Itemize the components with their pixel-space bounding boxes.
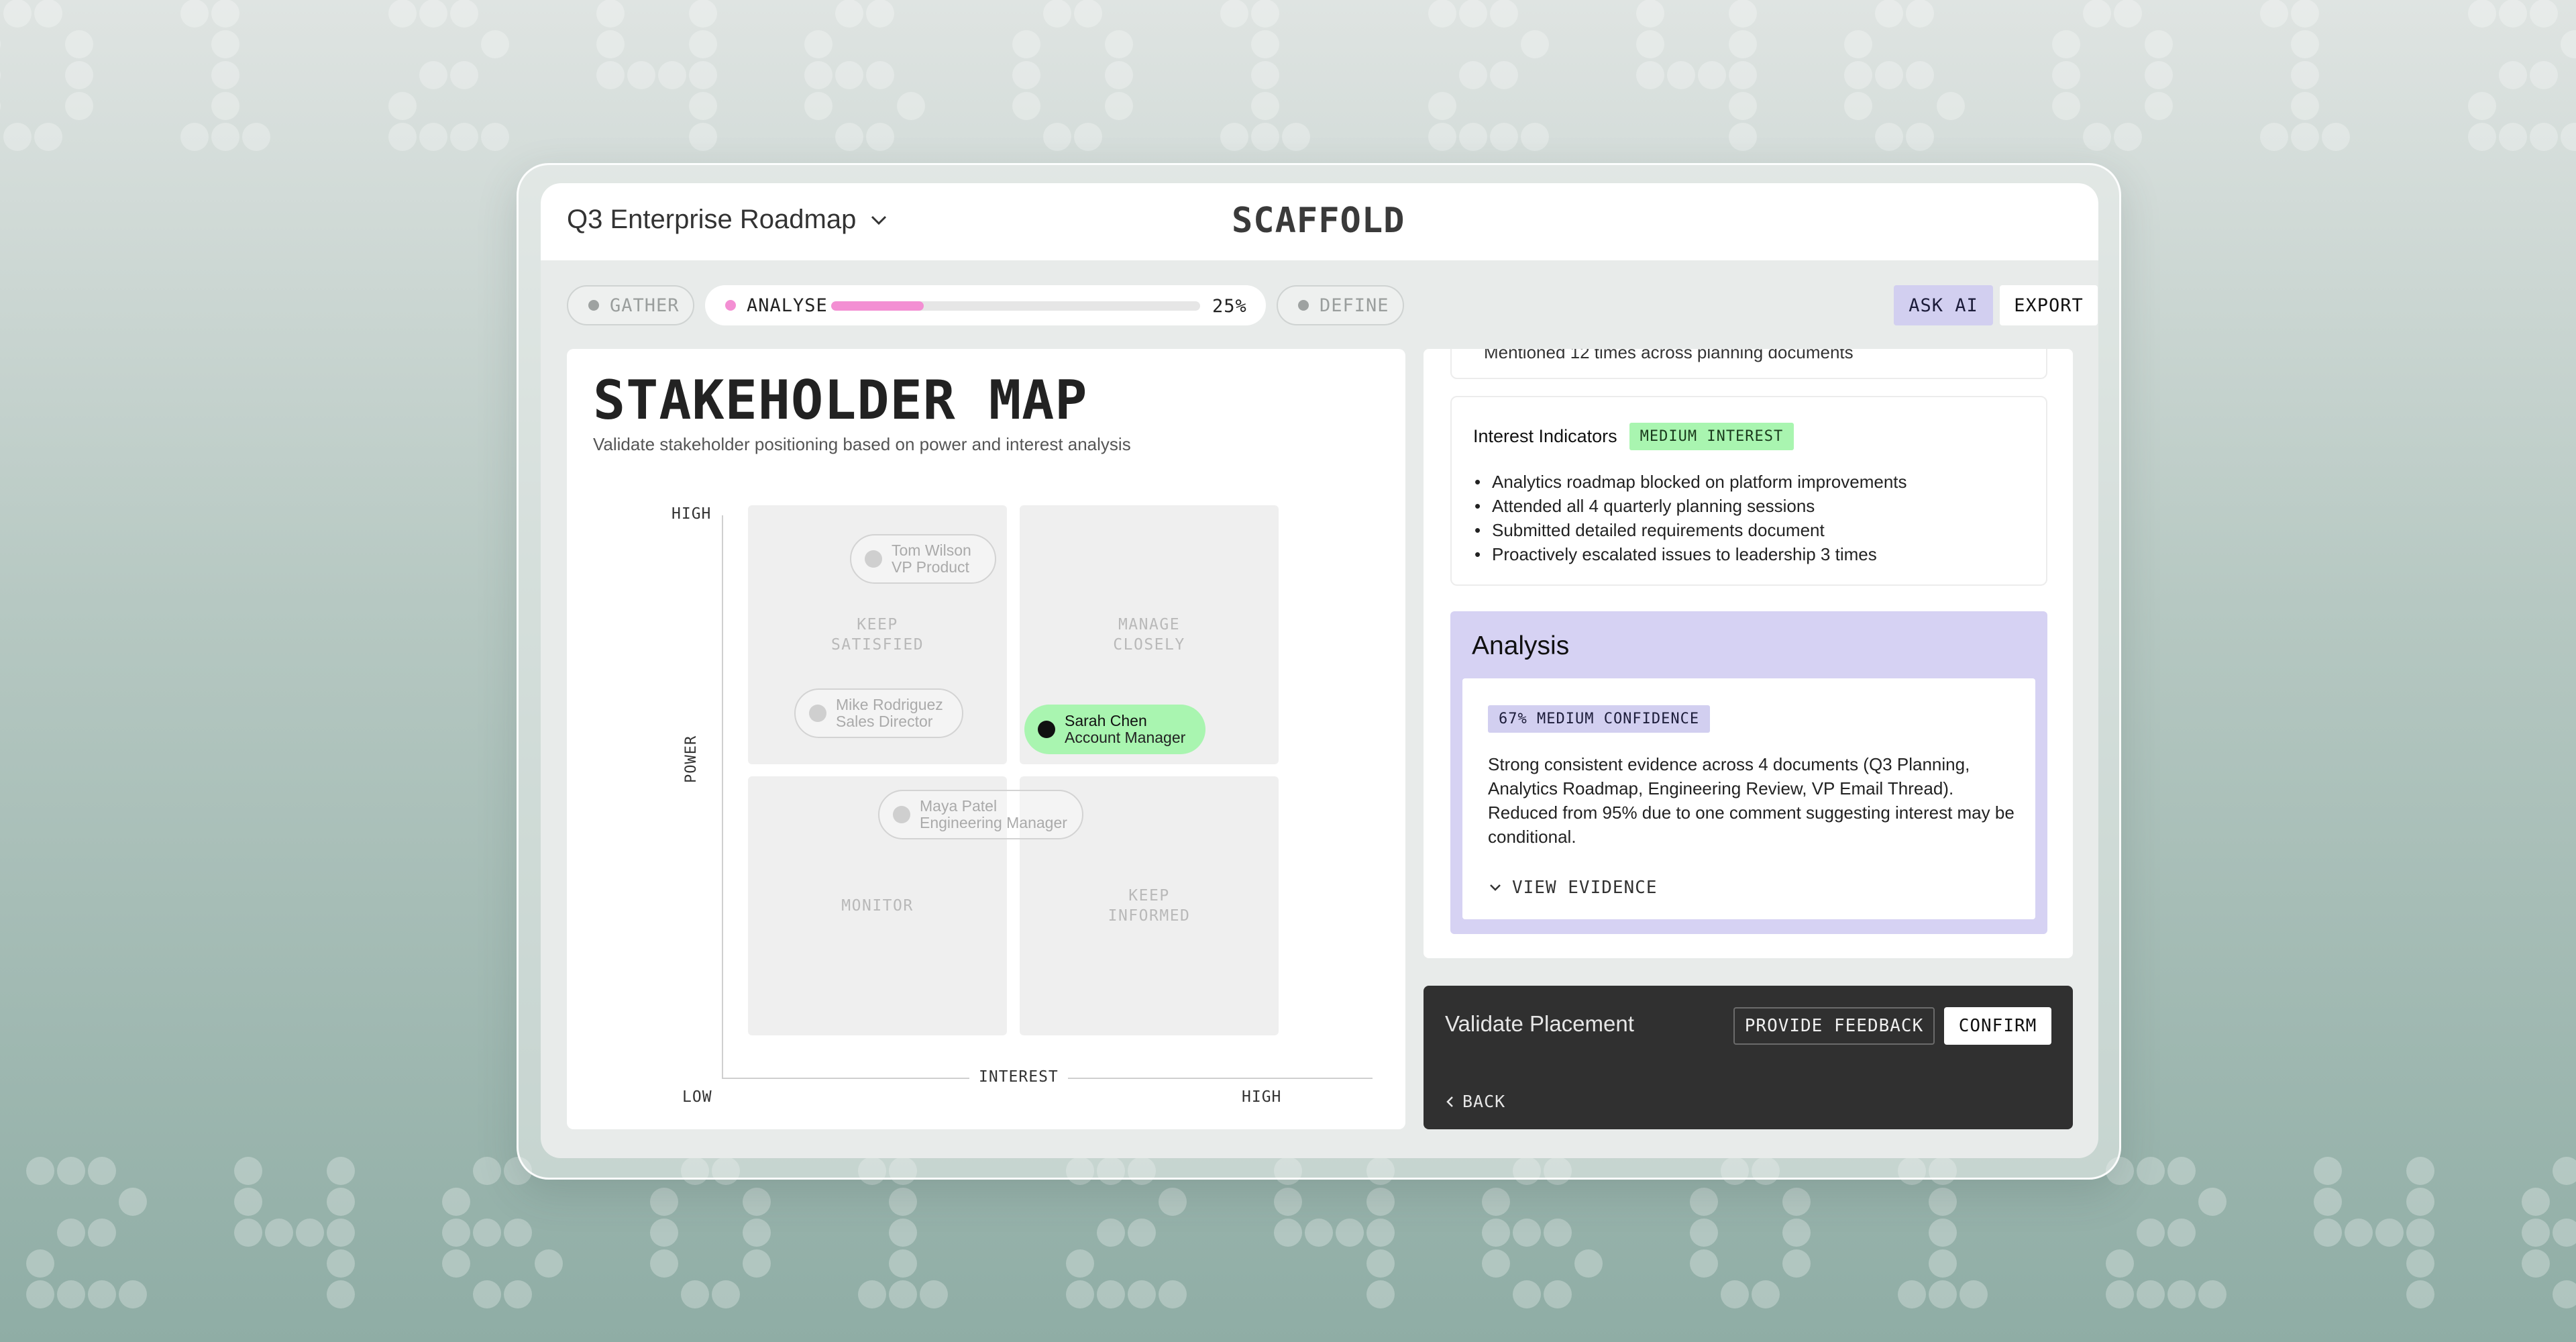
analyse-progress-label: 25% [1212,296,1247,317]
stakeholder-name: Mike Rodriguez [836,696,943,713]
stakeholder-role: VP Product [892,558,969,576]
view-evidence-label: VIEW EVIDENCE [1512,878,1658,898]
stakeholder-role: Sales Director [836,713,933,730]
validate-placement-bar: Validate Placement PROVIDE FEEDBACK CONF… [1424,986,2073,1129]
app-window: Q3 Enterprise Roadmap SCAFFOLD GATHER AN… [541,183,2098,1158]
y-axis-line [722,515,723,1078]
export-button[interactable]: EXPORT [2000,285,2098,325]
interest-list: Analytics roadmap blocked on platform im… [1473,470,1907,566]
step-bar: GATHER ANALYSE 25% DEFINE ASK AI EXPORT [567,285,2098,325]
step-dot-icon [725,300,736,311]
details-panel[interactable]: Mentioned 12 times across planning docum… [1424,349,2073,958]
stakeholder-dot-icon [1038,721,1055,738]
step-define[interactable]: DEFINE [1277,285,1404,325]
x-axis-label: INTEREST [969,1068,1068,1086]
step-analyse[interactable]: ANALYSE 25% [705,285,1266,325]
validate-title: Validate Placement [1445,1011,1634,1036]
step-gather[interactable]: GATHER [567,285,694,325]
stakeholder-name: Tom Wilson [892,541,971,559]
chevron-down-icon [1490,884,1501,891]
provide-feedback-button[interactable]: PROVIDE FEEDBACK [1733,1007,1935,1045]
page-title: STAKEHOLDER MAP [593,369,1088,431]
stakeholder-chip[interactable]: Mike Rodriguez Sales Director [794,688,963,738]
analyse-progress-fill [831,301,924,311]
stakeholder-chip-selected[interactable]: Sarah Chen Account Manager [1024,705,1205,754]
step-label: DEFINE [1320,295,1389,316]
interest-title: Interest Indicators [1473,426,1617,446]
interest-indicators-card: Interest Indicators MEDIUM INTEREST Anal… [1450,396,2047,586]
stakeholder-dot-icon [893,806,910,823]
x-axis-high-label: HIGH [1242,1088,1282,1106]
project-selector[interactable]: Q3 Enterprise Roadmap [567,205,890,235]
stakeholder-dot-icon [809,705,826,722]
list-item: Submitted detailed requirements document [1473,518,1907,542]
list-item: Attended all 4 quarterly planning sessio… [1473,494,1907,518]
view-evidence-toggle[interactable]: VIEW EVIDENCE [1488,878,1658,898]
project-title: Q3 Enterprise Roadmap [567,205,857,234]
list-item: Proactively escalated issues to leadersh… [1473,542,1907,566]
stakeholder-chip[interactable]: Tom Wilson VP Product [850,534,996,584]
confirm-button[interactable]: CONFIRM [1944,1007,2051,1045]
analyse-progress-bar [831,301,1200,311]
stakeholder-name: Sarah Chen [1065,712,1147,729]
stakeholder-role: Account Manager [1065,729,1186,746]
stakeholder-name: Maya Patel [920,797,998,815]
back-label: BACK [1462,1092,1506,1111]
y-axis-high-label: HIGH [672,505,712,523]
prior-card-text: Mentioned 12 times across planning docum… [1484,349,1854,362]
x-axis-low-label: LOW [682,1088,712,1106]
list-item: Analytics roadmap blocked on platform im… [1473,470,1907,494]
prior-card: Mentioned 12 times across planning docum… [1450,349,2047,379]
analysis-title: Analysis [1472,631,1570,660]
step-label: GATHER [610,295,680,316]
confidence-badge: 67% MEDIUM CONFIDENCE [1488,705,1711,733]
chevron-down-icon [871,215,887,225]
stakeholder-role: Engineering Manager [920,814,1067,831]
y-axis-label: POWER [683,729,700,788]
analysis-text: Strong consistent evidence across 4 docu… [1488,754,2015,847]
step-label: ANALYSE [747,295,828,316]
stakeholder-chip[interactable]: Maya Patel Engineering Manager [878,790,1083,839]
step-dot-icon [588,300,599,311]
analysis-section: Analysis 67% MEDIUM CONFIDENCE Strong co… [1450,611,2047,934]
analysis-card: 67% MEDIUM CONFIDENCE Strong consistent … [1462,678,2035,919]
stakeholder-dot-icon [865,550,882,568]
ask-ai-button[interactable]: ASK AI [1894,285,1993,325]
interest-badge: MEDIUM INTEREST [1629,423,1794,450]
step-dot-icon [1298,300,1309,311]
page-subtitle: Validate stakeholder positioning based o… [593,434,1131,454]
chevron-left-icon [1446,1096,1453,1107]
app-logo: SCAFFOLD [1232,201,1405,241]
back-button[interactable]: BACK [1445,1092,1505,1111]
stakeholder-map-card: STAKEHOLDER MAP Validate stakeholder pos… [567,349,1405,1129]
top-bar: Q3 Enterprise Roadmap SCAFFOLD [541,183,2098,260]
